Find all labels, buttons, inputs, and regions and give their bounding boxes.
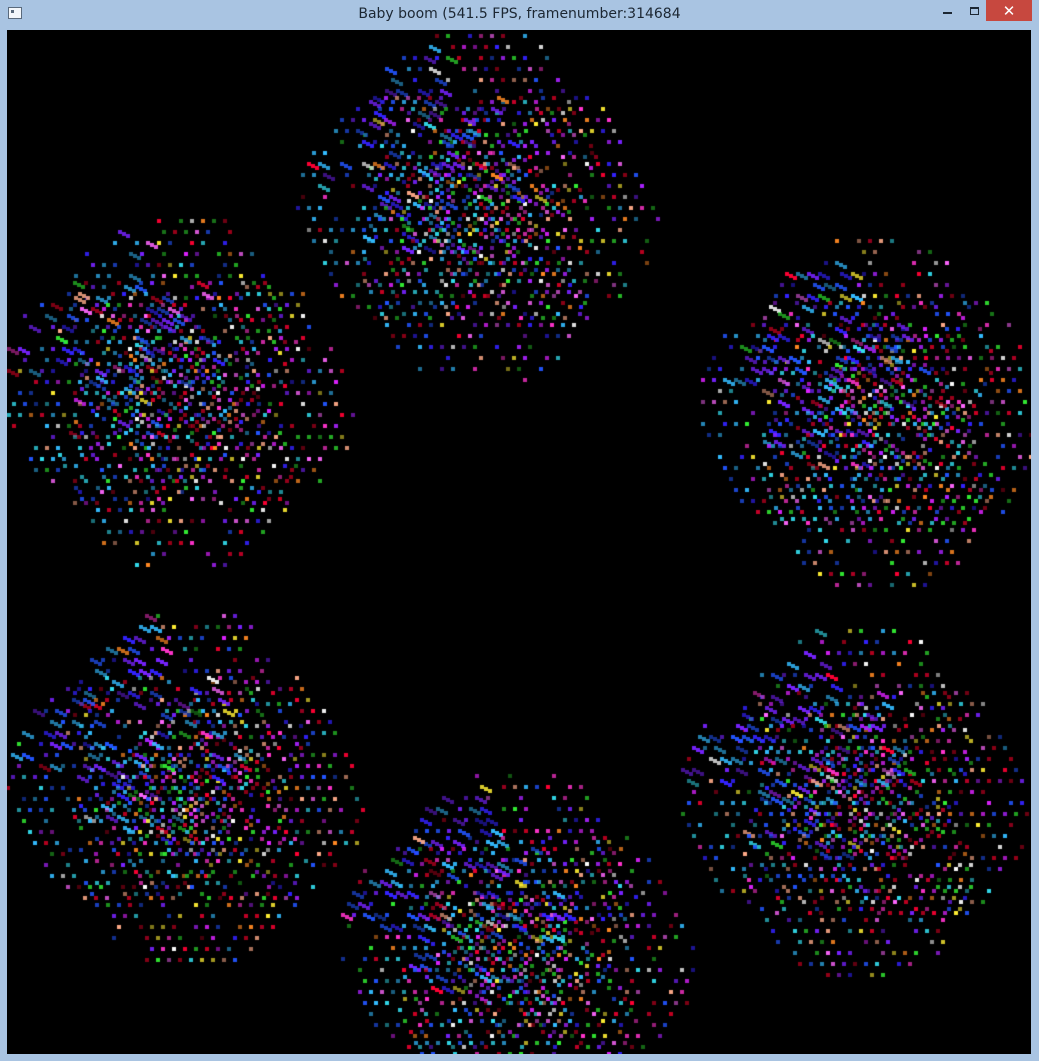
minimize-icon — [943, 11, 952, 14]
window-title: Baby boom (541.5 FPS, framenumber:314684 — [358, 6, 681, 22]
particle-canvas[interactable] — [7, 30, 1031, 1054]
minimize-button[interactable] — [934, 0, 961, 21]
maximize-button[interactable] — [961, 0, 988, 21]
maximize-icon — [970, 6, 979, 15]
title-bar[interactable]: Baby boom (541.5 FPS, framenumber:314684… — [0, 0, 1039, 30]
close-button[interactable]: ✕ — [986, 0, 1032, 21]
application-window: Baby boom (541.5 FPS, framenumber:314684… — [0, 0, 1039, 1061]
close-icon: ✕ — [1002, 1, 1016, 20]
render-viewport[interactable] — [7, 30, 1031, 1054]
